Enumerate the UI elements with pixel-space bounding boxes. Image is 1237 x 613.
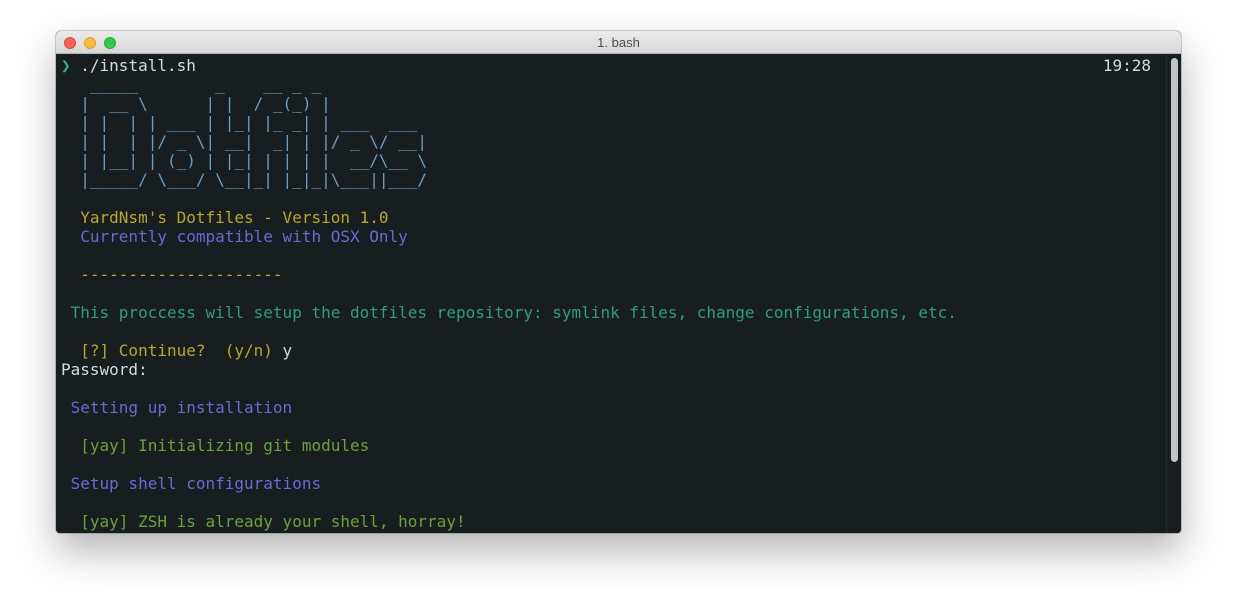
command-line: ❯ ./install.sh [61,56,196,75]
separator-line: --------------------- [61,265,283,284]
scrollbar[interactable] [1166,54,1181,533]
continue-prompt: [?] Continue? (y/n) [61,341,273,360]
banner-line: |_____/ \___/ \__|_| |_|_|\___||___/ [61,170,428,189]
scrollbar-thumb[interactable] [1171,58,1178,462]
command-text: ./install.sh [70,56,196,75]
banner-line: | |__| | (_) | |_| | | | | __/\__ \ [61,151,428,170]
git-modules-line: [yay] Initializing git modules [61,436,370,455]
compat-line: Currently compatible with OSX Only [61,227,408,246]
clock: 19:28 [1102,56,1151,75]
prompt-chevron-icon: ❯ [61,56,71,75]
banner-line: _____ _ __ _ _ [61,75,322,94]
description-line: This proccess will setup the dotfiles re… [61,303,957,322]
window-title: 1. bash [597,35,640,50]
banner-line: | | | |/ _ \| __| _| | |/ _ \/ __| [61,132,428,151]
shell-config-line: Setup shell configurations [61,474,322,493]
terminal-window: 1. bash 19:28 ❯ ./install.sh _____ _ __ … [56,31,1181,533]
continue-prompt-line: [?] Continue? (y/n) y [61,341,292,360]
terminal-output[interactable]: 19:28 ❯ ./install.sh _____ _ __ _ _ | __… [56,54,1181,533]
zsh-line: [yay] ZSH is already your shell, horray! [61,512,466,531]
title-bar[interactable]: 1. bash [56,31,1181,54]
setup-installation-line: Setting up installation [61,398,293,417]
version-line: YardNsm's Dotfiles - Version 1.0 [61,208,389,227]
banner-line: | __ \ | | / _(_) | [61,94,331,113]
password-prompt: Password: [61,360,148,379]
continue-answer: y [272,341,293,360]
banner-line: | | | | ___ | |_| |_ _| | ___ ___ [61,113,418,132]
